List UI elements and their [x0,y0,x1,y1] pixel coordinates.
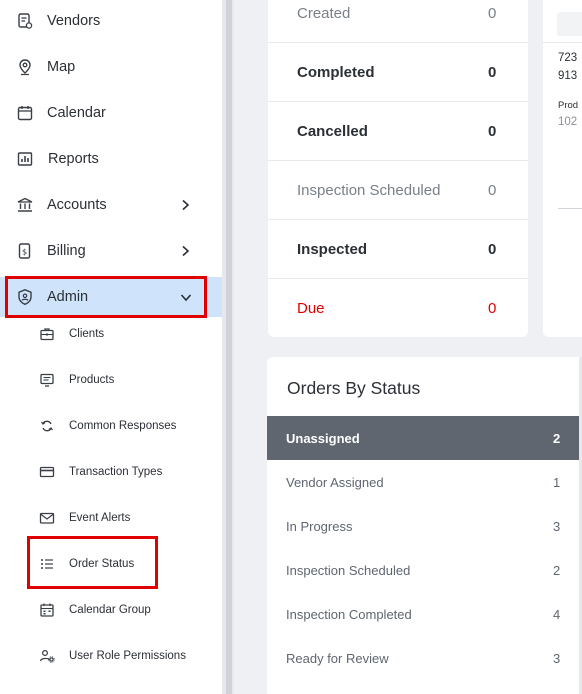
orders-status-name: Inspection Scheduled [286,562,411,578]
sidebar-item-label: Calendar [47,105,106,121]
map-pin-icon [15,57,35,77]
orders-row-unassigned[interactable]: Unassigned 2 [267,416,579,460]
orders-status-name: Inspection Completed [286,606,412,622]
sidebar-subitem-label: Common Responses [69,420,177,432]
orders-status-name: Vendor Assigned [286,474,384,490]
sidebar-item-calendar[interactable]: Calendar [0,93,222,133]
orders-status-count: 4 [553,606,561,622]
product-value: 102 [558,116,578,128]
status-count: 0 [488,63,497,81]
status-count: 0 [488,4,497,22]
orders-status-name: In Progress [286,518,353,534]
sidebar-subitem-common-responses[interactable]: Common Responses [0,409,222,443]
status-name: Cancelled [297,122,368,140]
orders-status-count: 1 [553,474,561,490]
orders-status-count: 3 [553,518,561,534]
orders-status-name: Unassigned [286,430,360,446]
orders-row-in-progress[interactable]: In Progress 3 [267,504,579,548]
user-gear-icon [38,647,56,665]
status-row-inspected[interactable]: Inspected 0 [268,220,528,279]
bank-icon [15,195,35,215]
sidebar-item-reports[interactable]: Reports [0,139,222,179]
sidebar-scrollbar[interactable] [222,0,234,694]
sidebar-item-billing[interactable]: $ Billing [0,231,222,271]
sidebar-subitem-label: Event Alerts [69,512,131,524]
briefcase-icon [38,325,56,343]
sidebar-item-vendors[interactable]: Vendors [0,1,222,41]
order-number-text: 723 [558,52,578,64]
sidebar-item-label: Vendors [47,13,101,29]
vendor-list-icon [15,11,35,31]
sidebar-item-label: Admin [47,289,89,305]
orders-status-count: 3 [553,650,561,666]
mail-icon [38,509,56,527]
chevron-right-icon [178,244,192,258]
shield-user-icon [15,287,35,307]
sidebar-item-accounts[interactable]: Accounts [0,185,222,225]
sidebar-subitem-label: Products [69,374,115,386]
sidebar-subitem-label: Order Status [69,558,135,570]
calendar-icon [38,601,56,619]
chevron-down-icon [179,290,193,304]
status-row-created[interactable]: Created 0 [268,0,528,43]
refresh-icon [38,417,56,435]
sidebar-item-label: Map [47,59,76,75]
card-title: Orders By Status [287,378,421,398]
sidebar-subitem-user-role-permissions[interactable]: User Role Permissions [0,639,222,673]
sidebar-item-label: Reports [48,151,99,167]
status-count: 0 [488,240,497,258]
order-detail-card: 723 913 Prod 102 [543,0,582,337]
product-label: Prod [558,100,579,111]
status-count: 0 [488,300,497,317]
status-name: Due [297,300,325,317]
status-count: 0 [488,122,497,140]
orders-by-status-card: Orders By Status Unassigned 2 Vendor Ass… [267,357,582,694]
status-name: Inspected [297,240,368,258]
status-name: Completed [297,63,375,81]
orders-row-inspection-scheduled[interactable]: Inspection Scheduled 2 [267,548,579,592]
status-counts-card: Created 0 Completed 0 Cancelled 0 Inspec… [268,0,528,337]
credit-card-icon [38,463,56,481]
sidebar-subitem-calendar-group[interactable]: Calendar Group [0,593,222,627]
status-row-inspection-scheduled[interactable]: Inspection Scheduled 0 [268,161,528,220]
orders-row-ready-for-review[interactable]: Ready for Review 3 [267,636,579,680]
chevron-right-icon [178,198,192,212]
order-number-text: 913 [558,70,578,82]
orders-status-count: 2 [553,562,561,578]
sidebar-subitem-label: Clients [69,328,105,340]
products-icon [38,371,56,389]
card-header-bar [557,12,582,36]
sidebar: Vendors Map Calendar Reports Accounts $ … [0,0,222,694]
svg-text:$: $ [22,248,27,257]
sidebar-item-label: Accounts [47,197,107,213]
sidebar-subitem-event-alerts[interactable]: Event Alerts [0,501,222,535]
status-row-due[interactable]: Due 0 [268,279,528,337]
sidebar-subitem-label: User Role Permissions [69,650,186,662]
divider [558,208,582,209]
sidebar-subitem-products[interactable]: Products [0,363,222,397]
sidebar-item-admin[interactable]: Admin [0,277,222,317]
sidebar-item-label: Billing [47,243,86,259]
sidebar-subitem-transaction-types[interactable]: Transaction Types [0,455,222,489]
status-count: 0 [488,181,497,199]
orders-status-count: 2 [553,430,561,446]
list-icon [38,555,56,573]
orders-status-name: Ready for Review [286,650,389,666]
sidebar-subitem-label: Calendar Group [69,604,151,616]
sidebar-subitem-label: Transaction Types [69,466,163,478]
status-name: Inspection Scheduled [297,181,441,199]
sidebar-subitem-order-status[interactable]: Order Status [0,547,222,581]
orders-row-inspection-completed[interactable]: Inspection Completed 4 [267,592,579,636]
billing-icon: $ [15,241,35,261]
sidebar-item-map[interactable]: Map [0,47,222,87]
sidebar-subitem-clients[interactable]: Clients [0,317,222,351]
status-row-cancelled[interactable]: Cancelled 0 [268,102,528,161]
status-row-completed[interactable]: Completed 0 [268,43,528,102]
divider [543,42,582,43]
status-name: Created [297,4,351,22]
reports-icon [15,149,35,169]
calendar-icon [15,103,35,123]
orders-row-vendor-assigned[interactable]: Vendor Assigned 1 [267,460,579,504]
